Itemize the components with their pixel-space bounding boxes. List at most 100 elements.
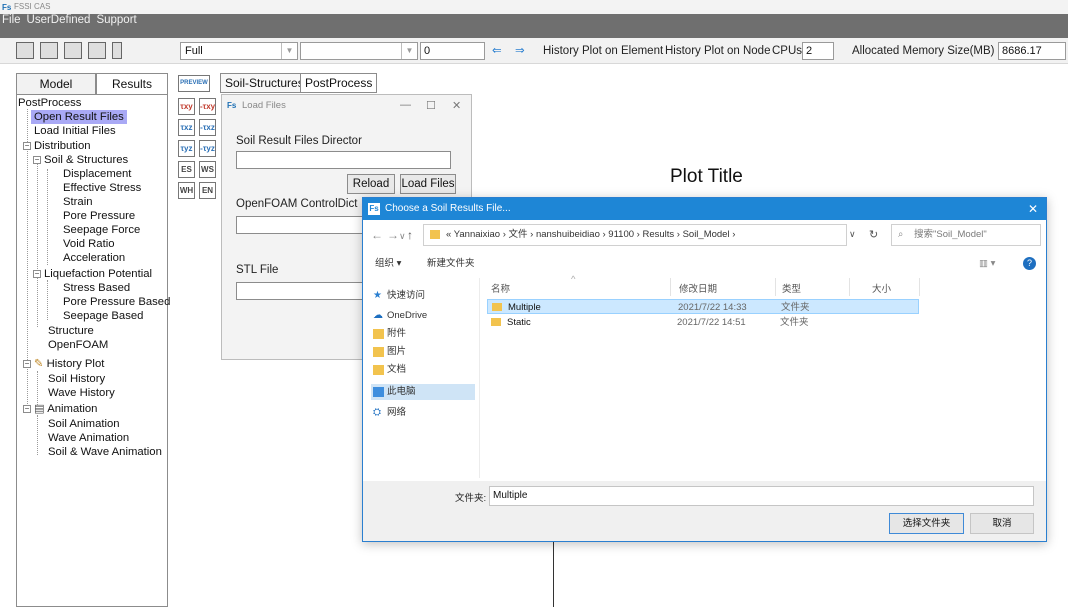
nav-attachments[interactable]: 附件 [371,326,475,342]
es-icon[interactable]: ES [178,161,195,178]
tree-pore-pressure-based[interactable]: Pore Pressure Based [63,295,170,309]
back-icon[interactable]: ← [371,228,383,242]
nav-attachments-label: 附件 [387,328,407,339]
tau-yz-icon[interactable]: τyz [178,140,195,157]
tree-root[interactable]: PostProcess [18,96,81,110]
save-icon[interactable] [64,42,82,59]
tree-wave-history[interactable]: Wave History [48,386,115,400]
tree-wave-animation[interactable]: Wave Animation [48,431,129,445]
tab-postprocess[interactable]: PostProcess [300,73,378,93]
en-icon[interactable]: EN [199,182,216,199]
history-plot-node-button[interactable]: History Plot on Node [665,42,770,60]
nav-this-pc[interactable]: 此电脑 [371,384,475,400]
tree-load-initial-files[interactable]: Load Initial Files [34,124,116,138]
tree-animation[interactable]: ▤ Animation [34,402,97,416]
maximize-icon[interactable]: ☐ [426,99,436,112]
tree-open-result-files[interactable]: Open Result Files [31,110,127,124]
new-file-icon[interactable] [16,42,34,59]
collapse-icon[interactable]: − [33,270,41,278]
view-options-icon[interactable]: ▥ ▾ [979,254,995,274]
tab-model[interactable]: Model [16,73,96,95]
tab-soil-structures[interactable]: Soil-Structures [220,73,309,93]
memory-input[interactable]: 8686.17 [998,42,1066,60]
collapse-icon[interactable]: − [23,360,31,368]
select-folder-button[interactable]: 选择文件夹 [889,513,964,534]
menu-file[interactable]: File [2,14,21,26]
arrow-right-icon[interactable]: ⇒ [515,42,525,60]
tree-void-ratio[interactable]: Void Ratio [63,237,115,251]
tree-effective-stress[interactable]: Effective Stress [63,181,141,195]
nav-pictures[interactable]: 图片 [371,344,475,360]
tree-liquefaction-potential[interactable]: Liquefaction Potential [44,267,152,281]
tree-strain[interactable]: Strain [63,195,93,209]
address-bar[interactable]: « Yannaixiao › 文件 › nanshuibeidiao › 911… [423,224,847,246]
collapse-icon[interactable]: − [23,142,31,150]
file-row[interactable]: Multiple 2021/7/22 14:33 文件夹 [487,299,919,314]
tree-acceleration[interactable]: Acceleration [63,251,125,265]
tau-xz-icon[interactable]: τxz [178,119,195,136]
folder-input[interactable]: Multiple [489,486,1034,506]
column-type[interactable]: 类型 [782,281,801,295]
column-name[interactable]: 名称 [491,281,510,295]
tree-soil-animation[interactable]: Soil Animation [48,417,120,431]
column-date[interactable]: 修改日期 [679,281,717,295]
cancel-button[interactable]: 取消 [970,513,1034,534]
tree-seepage-based[interactable]: Seepage Based [63,309,143,323]
reload-button[interactable]: Reload [347,174,395,194]
ws-icon[interactable]: WS [199,161,216,178]
tab-results[interactable]: Results [96,73,168,95]
neg-tau-xz-icon[interactable]: -τxz [199,119,216,136]
recent-chevron-icon[interactable]: ∨ [399,231,406,242]
tree-distribution[interactable]: Distribution [34,139,91,153]
search-input[interactable]: ⌕ 搜索"Soil_Model" [891,224,1041,246]
nav-documents[interactable]: 文档 [371,362,475,378]
nav-network[interactable]: ⛭ 网络 [371,405,475,421]
column-size[interactable]: 大小 [872,281,891,295]
minimize-icon[interactable]: — [400,99,411,111]
help-icon[interactable]: ? [1023,257,1036,270]
refresh-icon[interactable]: ↻ [869,228,878,241]
organize-button[interactable]: 组织 ▾ [375,254,401,274]
neg-tau-xy-icon[interactable]: -τxy [199,98,216,115]
arrow-left-icon[interactable]: ⇐ [492,42,502,60]
cpus-input[interactable]: 2 [802,42,834,60]
close-icon[interactable]: ✕ [1028,198,1038,220]
tree-seepage-force[interactable]: Seepage Force [63,223,140,237]
chevron-down-icon[interactable]: ∨ [849,229,856,240]
openfoam-input[interactable] [236,216,366,234]
collapse-icon[interactable]: − [23,405,31,413]
close-icon[interactable]: ✕ [452,99,461,112]
history-plot-element-button[interactable]: History Plot on Element [543,42,663,60]
tree-pore-pressure[interactable]: Pore Pressure [63,209,135,223]
wh-icon[interactable]: WH [178,182,195,199]
collapse-icon[interactable]: − [33,156,41,164]
nav-quick-access[interactable]: ★ 快速访问 [371,288,475,304]
stl-input[interactable] [236,282,366,300]
menu-userdefined[interactable]: UserDefined [27,14,91,26]
print-icon[interactable] [88,42,106,59]
neg-tau-yz-icon[interactable]: -τyz [199,140,216,157]
file-row[interactable]: Static 2021/7/22 14:51 文件夹 [487,315,919,330]
mode-combo[interactable]: Full ▼ [180,42,298,60]
tree-soil-history[interactable]: Soil History [48,372,105,386]
load-files-button[interactable]: Load Files [400,174,456,194]
soil-result-input[interactable] [236,151,451,169]
open-folder-icon[interactable] [40,42,58,59]
run-icon[interactable] [112,42,122,59]
tree-stress-based[interactable]: Stress Based [63,281,130,295]
number-input[interactable]: 0 [420,42,485,60]
tau-xy-icon[interactable]: τxy [178,98,195,115]
menu-support[interactable]: Support [96,14,136,26]
tree-structure[interactable]: Structure [48,324,94,338]
tree-displacement[interactable]: Displacement [63,167,131,181]
tree-history-plot[interactable]: ✎ History Plot [34,357,104,371]
up-icon[interactable]: ↑ [407,228,413,242]
tree-soil-wave-animation[interactable]: Soil & Wave Animation [48,445,162,459]
new-folder-button[interactable]: 新建文件夹 [427,254,475,274]
secondary-combo[interactable]: ▼ [300,42,418,60]
tree-soil-structures[interactable]: Soil & Structures [44,153,128,167]
tree-openfoam[interactable]: OpenFOAM [48,338,108,352]
forward-icon[interactable]: → [387,228,399,242]
nav-onedrive[interactable]: ☁ OneDrive [371,308,475,324]
preview-icon[interactable]: PREVIEW [178,75,210,92]
